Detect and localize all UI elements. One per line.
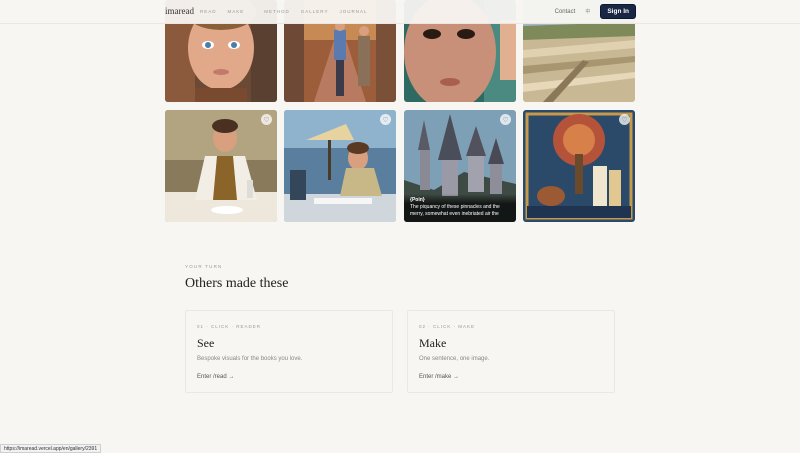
nav-journal[interactable]: JOURNAL: [339, 9, 367, 14]
nav-read[interactable]: READ: [200, 9, 217, 14]
heart-icon[interactable]: ♡: [261, 114, 272, 125]
logo[interactable]: imaread: [165, 6, 194, 16]
nav-right: Contact 中 Sign In: [555, 4, 636, 19]
top-nav: imaread READ MAKE METHOD GALLERY JOURNAL…: [0, 0, 800, 24]
heart-icon[interactable]: ♡: [500, 114, 511, 125]
section-eyebrow: YOUR TURN: [185, 264, 223, 269]
panel-step: 02 · CLICK · MAKE: [419, 324, 476, 329]
contact-link[interactable]: Contact: [555, 9, 576, 15]
tree-of-life-image: [523, 110, 635, 222]
nav-make[interactable]: MAKE: [228, 9, 245, 14]
caption-text: The piquancy of these pinnacles and the …: [410, 204, 500, 217]
gallery-card[interactable]: ♡: [165, 110, 277, 222]
panel-title: See: [197, 336, 215, 350]
gallery-card[interactable]: ♡: [284, 110, 396, 222]
caption-title: {Poin}: [410, 197, 425, 203]
status-bar-url: https://imaread.vercel.app/en/gallery/23…: [0, 444, 102, 453]
gallery-card[interactable]: ♡ {Poin} The piquancy of these pinnacles…: [404, 110, 516, 222]
enter-read-link[interactable]: Enter /read →: [197, 374, 234, 380]
man-writing-cafe-image: [284, 110, 396, 222]
heart-icon[interactable]: ♡: [619, 114, 630, 125]
man-dining-image: [165, 110, 277, 222]
nav-links: READ MAKE METHOD GALLERY JOURNAL: [200, 9, 378, 14]
panel-title: Make: [419, 336, 447, 350]
heart-icon[interactable]: ♡: [380, 114, 391, 125]
nav-method[interactable]: METHOD: [264, 9, 290, 14]
sign-in-button[interactable]: Sign In: [600, 4, 636, 19]
panel-step: 01 · CLICK · READER: [197, 324, 262, 329]
language-toggle[interactable]: 中: [585, 8, 590, 15]
panel-description: Bespoke visuals for the books you love.: [197, 356, 303, 362]
nav-gallery[interactable]: GALLERY: [301, 9, 329, 14]
section-title: Others made these: [185, 276, 289, 291]
panel-description: One sentence, one image.: [419, 356, 490, 362]
see-panel[interactable]: 01 · CLICK · READER See Bespoke visuals …: [185, 310, 393, 393]
gallery-card[interactable]: ♡: [523, 110, 635, 222]
make-panel[interactable]: 02 · CLICK · MAKE Make One sentence, one…: [407, 310, 615, 393]
image-caption: {Poin} The piquancy of these pinnacles a…: [404, 194, 516, 222]
enter-make-link[interactable]: Enter /make →: [419, 374, 459, 380]
